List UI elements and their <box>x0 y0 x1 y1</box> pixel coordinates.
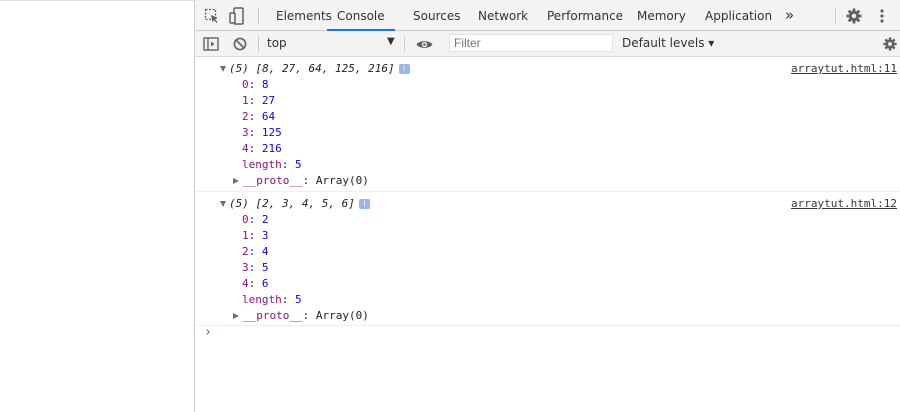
tabbar-divider-right <box>835 7 836 24</box>
entry-value: 3 <box>261 229 269 242</box>
tab-network[interactable]: Network <box>478 0 528 30</box>
array-entry: 0: 2 <box>242 213 269 226</box>
tabbar-divider <box>258 7 259 24</box>
entry-key: 4 <box>242 142 249 155</box>
length-key: length <box>242 293 282 306</box>
array-entry: 0: 8 <box>242 78 269 91</box>
inspect-element-icon[interactable] <box>203 7 221 25</box>
entry-value: 8 <box>261 78 269 91</box>
tab-sources[interactable]: Sources <box>413 0 460 30</box>
inspected-page <box>0 0 194 412</box>
array-entry: 2: 64 <box>242 110 276 123</box>
proto-row[interactable]: __proto__: Array(0) <box>233 308 369 324</box>
entry-value: 64 <box>261 110 276 123</box>
sidebar-toggle-icon[interactable] <box>202 35 220 53</box>
entry-value: 6 <box>261 277 269 290</box>
array-summary: (5) [8, 27, 64, 125, 216] <box>229 62 395 75</box>
collapse-triangle-icon[interactable] <box>233 313 239 319</box>
proto-value: Array(0) <box>315 174 369 187</box>
entry-value: 4 <box>261 245 269 258</box>
array-entry: 3: 5 <box>242 261 269 274</box>
toolbar-divider <box>258 36 259 52</box>
array-length: length: 5 <box>242 293 302 306</box>
array-summary: (5) [2, 3, 4, 5, 6] <box>229 197 355 210</box>
entry-key: 3 <box>242 126 249 139</box>
array-entry: 1: 3 <box>242 229 269 242</box>
info-icon: i <box>398 64 410 74</box>
entry-key: 0 <box>242 213 249 226</box>
tab-console[interactable]: Console <box>327 0 395 31</box>
entry-key: 3 <box>242 261 249 274</box>
tab-performance[interactable]: Performance <box>547 0 623 30</box>
live-expression-eye-icon[interactable] <box>414 35 434 53</box>
toolbar-divider-2 <box>404 36 405 52</box>
array-entry: 2: 4 <box>242 245 269 258</box>
length-key: length <box>242 158 282 171</box>
array-summary-row[interactable]: (5) [8, 27, 64, 125, 216] i <box>220 61 410 77</box>
array-length: length: 5 <box>242 158 302 171</box>
console-message-2: (5) [2, 3, 4, 5, 6] i arraytut.html:12 0:… <box>195 192 900 326</box>
filter-input[interactable] <box>449 34 613 52</box>
source-link[interactable]: arraytut.html:11 <box>791 61 897 77</box>
context-dropdown-icon[interactable]: ▼ <box>387 36 395 47</box>
array-entry: 3: 125 <box>242 126 282 139</box>
length-value: 5 <box>295 293 302 306</box>
console-output: (5) [8, 27, 64, 125, 216] i arraytut.html… <box>195 57 900 340</box>
entry-value: 216 <box>261 142 282 155</box>
context-selector[interactable]: top <box>267 36 287 50</box>
device-toolbar-icon[interactable] <box>228 6 246 26</box>
entry-key: 4 <box>242 277 249 290</box>
expand-triangle-icon[interactable] <box>220 66 226 72</box>
entry-key: 0 <box>242 78 249 91</box>
array-entry: 4: 6 <box>242 277 269 290</box>
array-entry: 4: 216 <box>242 142 282 155</box>
info-icon: i <box>358 199 370 209</box>
tab-application[interactable]: Application <box>705 0 772 30</box>
entry-value: 2 <box>261 213 269 226</box>
array-entry: 1: 27 <box>242 94 276 107</box>
log-levels-dropdown[interactable]: Default levels ▾ <box>622 36 714 50</box>
proto-value: Array(0) <box>315 309 369 322</box>
expand-triangle-icon[interactable] <box>220 201 226 207</box>
console-toolbar: top ▼ Default levels ▾ <box>195 31 900 57</box>
array-summary-row[interactable]: (5) [2, 3, 4, 5, 6] i <box>220 196 370 212</box>
settings-gear-icon[interactable] <box>845 7 863 25</box>
entry-key: 1 <box>242 94 249 107</box>
entry-value: 5 <box>261 261 269 274</box>
proto-key: __proto__ <box>243 174 303 187</box>
entry-key: 2 <box>242 245 249 258</box>
proto-key: __proto__ <box>243 309 303 322</box>
more-tabs-button[interactable]: » <box>785 0 794 30</box>
clear-console-icon[interactable] <box>231 35 249 53</box>
proto-row[interactable]: __proto__: Array(0) <box>233 173 369 189</box>
console-settings-gear-icon[interactable] <box>883 35 897 53</box>
entry-value: 125 <box>261 126 282 139</box>
entry-value: 27 <box>261 94 276 107</box>
kebab-menu-icon[interactable] <box>875 7 889 25</box>
entry-key: 1 <box>242 229 249 242</box>
entry-key: 2 <box>242 110 249 123</box>
devtools-tabbar: Elements Console Sources Network Perform… <box>195 0 900 31</box>
source-link[interactable]: arraytut.html:12 <box>791 196 897 212</box>
console-message-1: (5) [8, 27, 64, 125, 216] i arraytut.html… <box>195 57 900 192</box>
devtools-panel: Elements Console Sources Network Perform… <box>194 0 900 412</box>
tab-memory[interactable]: Memory <box>637 0 686 30</box>
console-prompt[interactable]: › <box>204 325 212 340</box>
collapse-triangle-icon[interactable] <box>233 178 239 184</box>
tab-elements[interactable]: Elements <box>276 0 332 30</box>
length-value: 5 <box>295 158 302 171</box>
